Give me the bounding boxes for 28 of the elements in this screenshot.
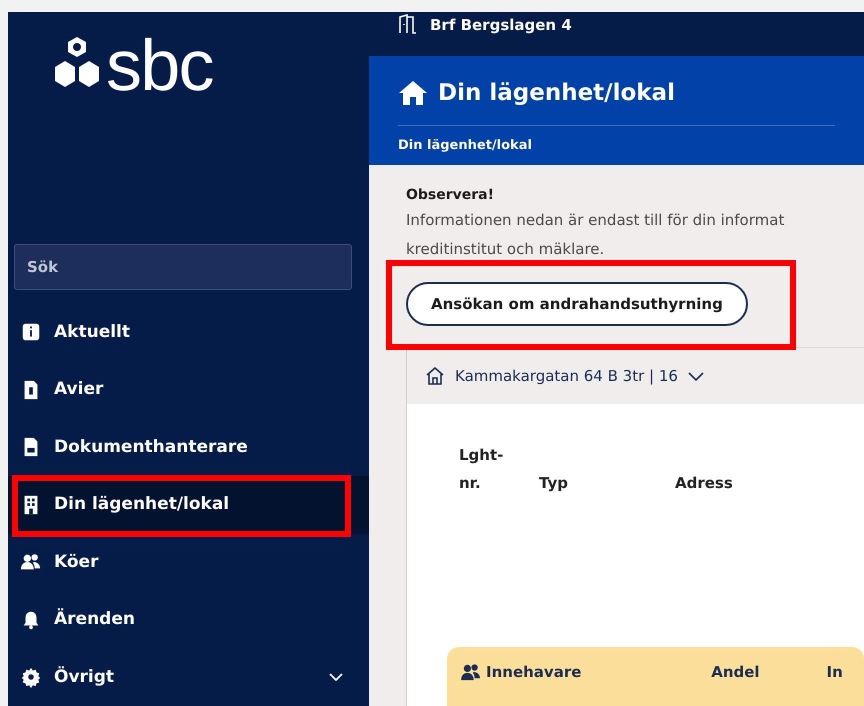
info-icon <box>20 321 42 344</box>
gear-icon <box>20 666 42 688</box>
page-title: Din lägenhet/lokal <box>438 79 675 108</box>
column-header: Adress <box>675 474 733 492</box>
column-header: Typ <box>539 474 568 492</box>
breadcrumb[interactable]: Din lägenhet/lokal <box>398 136 532 155</box>
sidebar-item[interactable]: Ärenden <box>8 591 369 648</box>
sidebar-item[interactable]: Aktuellt <box>8 304 369 361</box>
door-icon <box>398 14 418 34</box>
sidebar-item[interactable]: Köer <box>8 534 369 591</box>
sidebar-item[interactable]: Avier <box>8 361 369 418</box>
users-icon <box>460 663 482 682</box>
search-field[interactable]: Sök <box>14 244 352 290</box>
notice-text: Informationen nedan är endast till för din informat <box>406 210 784 231</box>
chevron-down-icon <box>688 372 704 380</box>
application-button[interactable]: Ansökan om andrahandsuthyrning <box>406 282 748 326</box>
house-icon <box>425 367 445 385</box>
sidebar-item[interactable]: Dokumenthanterare <box>8 418 369 476</box>
sidebar-item[interactable]: Övrigt <box>8 648 369 706</box>
column-header: Lght- nr. <box>459 446 504 492</box>
column-header: Innehavare <box>486 662 582 683</box>
home-icon <box>398 80 428 106</box>
logo-text: sbc <box>106 30 213 102</box>
association-name: Brf Bergslagen 4 <box>430 15 572 36</box>
column-header: Andel <box>711 662 760 683</box>
notice-title: Observera! <box>406 186 494 205</box>
column-header: In <box>826 662 843 683</box>
notice-text: kreditinstitut och mäklare. <box>406 239 604 260</box>
